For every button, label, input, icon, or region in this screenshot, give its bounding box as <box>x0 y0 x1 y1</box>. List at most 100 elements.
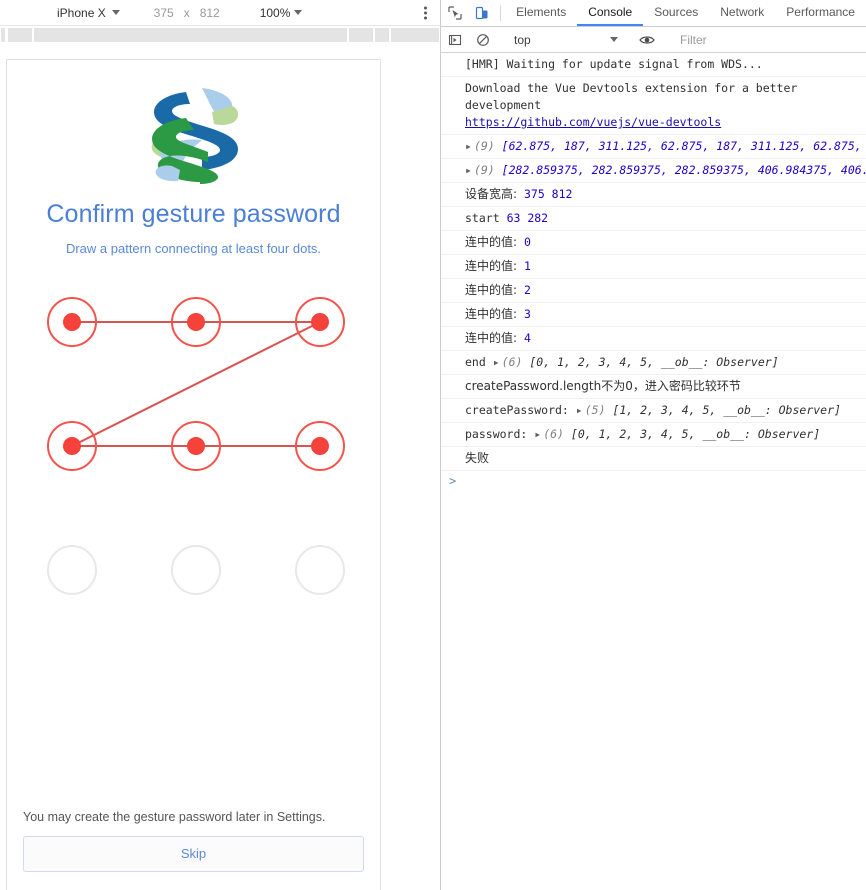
array-count: (9) <box>473 139 495 153</box>
log-label: end <box>465 355 486 369</box>
gesture-dot-3[interactable] <box>46 421 97 471</box>
console-message-device-size: 设备宽高: 375 812 <box>441 183 866 207</box>
log-label: 连中的值: <box>465 283 518 297</box>
log-label: start <box>465 211 500 225</box>
tab-sources[interactable]: Sources <box>643 0 709 26</box>
dimension-separator: x <box>183 5 190 20</box>
array-count: (6) <box>543 427 564 441</box>
console-context-label: top <box>514 32 531 47</box>
clear-console-icon[interactable] <box>469 33 497 47</box>
device-emulation-pane: iPhone X 375 x 812 100% Confirm gesture … <box>0 0 440 890</box>
zoom-selector[interactable]: 100% <box>260 6 303 20</box>
gesture-dot-2[interactable] <box>294 297 345 347</box>
vue-devtools-link[interactable]: https://github.com/vuejs/vue-devtools <box>465 115 721 129</box>
log-value: 3 <box>523 307 531 321</box>
array-count: (6) <box>501 355 523 369</box>
console-context-selector[interactable]: top <box>506 33 624 47</box>
console-message-hit-3: 连中的值: 3 <box>441 303 866 327</box>
tab-performance[interactable]: Performance <box>775 0 866 26</box>
log-value: 63 282 <box>506 211 549 225</box>
gesture-dot-1[interactable] <box>170 297 221 347</box>
device-name-label: iPhone X <box>57 5 106 20</box>
more-vertical-icon[interactable] <box>424 6 427 19</box>
phone-viewport: Confirm gesture password Draw a pattern … <box>6 59 381 890</box>
tab-console[interactable]: Console <box>577 0 644 26</box>
zoom-level-label: 100% <box>259 5 291 20</box>
console-message-hit-0: 连中的值: 0 <box>441 231 866 255</box>
device-selector[interactable]: iPhone X <box>57 6 120 20</box>
gesture-dot-0[interactable] <box>46 297 97 347</box>
log-label: 连中的值: <box>465 331 518 345</box>
console-filter-bar: top Filter <box>441 27 866 53</box>
console-message-array-2[interactable]: ▸ (9) [282.859375, 282.859375, 282.859375… <box>441 159 866 183</box>
log-value: 0 <box>523 235 531 249</box>
console-message-text: Download the Vue Devtools extension for … <box>465 81 798 112</box>
log-label: password: <box>465 427 528 441</box>
log-label: 失败 <box>465 451 490 465</box>
console-message-hmr: [HMR] Waiting for update signal from WDS… <box>441 53 866 77</box>
array-count: (5) <box>584 403 606 417</box>
tab-elements[interactable]: Elements <box>505 0 577 26</box>
gesture-dot-6[interactable] <box>46 545 97 595</box>
log-value: 375 812 <box>523 187 573 201</box>
skip-button[interactable]: Skip <box>23 836 364 872</box>
expand-arrow-icon[interactable]: ▸ <box>465 139 472 153</box>
log-label: createPassword.length不为0，进入密码比较环节 <box>465 379 741 393</box>
log-label: 连中的值: <box>465 235 518 249</box>
gesture-dot-7[interactable] <box>170 545 221 595</box>
screen-footer: You may create the gesture password late… <box>7 810 380 872</box>
eye-icon[interactable] <box>633 33 661 47</box>
gesture-dot-5[interactable] <box>294 421 345 471</box>
console-filter-input[interactable]: Filter <box>670 33 866 47</box>
console-message-hit-2: 连中的值: 2 <box>441 279 866 303</box>
expand-arrow-icon[interactable]: ▸ <box>576 403 583 417</box>
app-screen: Confirm gesture password Draw a pattern … <box>7 60 380 890</box>
page-title: Confirm gesture password <box>46 200 341 228</box>
gesture-dot-8[interactable] <box>294 545 345 595</box>
gesture-pattern-grid[interactable] <box>34 282 354 595</box>
execute-icon[interactable] <box>441 33 469 47</box>
log-label: 设备宽高: <box>465 187 518 201</box>
tab-network[interactable]: Network <box>709 0 775 26</box>
chevron-down-icon <box>294 10 303 15</box>
array-value: [62.875, 187, 311.125, 62.875, 187, 311.… <box>501 139 866 153</box>
chevron-down-icon <box>111 10 120 15</box>
log-value: 1 <box>523 259 531 273</box>
device-toolbar-icon[interactable] <box>469 0 497 26</box>
expand-arrow-icon[interactable]: ▸ <box>534 427 541 441</box>
log-value: 4 <box>523 331 531 345</box>
log-label: createPassword: <box>465 403 569 417</box>
viewport-height-input[interactable]: 812 <box>200 6 226 20</box>
browser-window: iPhone X 375 x 812 100% Confirm gesture … <box>0 0 866 890</box>
gesture-dot-4[interactable] <box>170 421 221 471</box>
array-value: [1, 2, 3, 4, 5, __ob__: Observer] <box>612 403 841 417</box>
toolbar-divider <box>500 5 502 21</box>
viewport-width-input[interactable]: 375 <box>148 6 174 20</box>
page-subtitle: Draw a pattern connecting at least four … <box>65 241 322 256</box>
chevron-down-icon <box>610 37 618 42</box>
inspect-element-icon[interactable] <box>441 0 469 26</box>
console-message-start: start 63 282 <box>441 207 866 231</box>
console-message-end[interactable]: end ▸ (6) [0, 1, 2, 3, 4, 5, __ob__: Obse… <box>441 351 866 375</box>
log-label: 连中的值: <box>465 307 518 321</box>
console-message-fail: 失败 <box>441 447 866 471</box>
array-value: [0, 1, 2, 3, 4, 5, __ob__: Observer] <box>529 355 779 369</box>
console-message-array-1[interactable]: ▸ (9) [62.875, 187, 311.125, 62.875, 187,… <box>441 135 866 159</box>
console-message-hit-1: 连中的值: 1 <box>441 255 866 279</box>
devtools-tabbar: Elements Console Sources Network Perform… <box>441 0 866 27</box>
devtools-panel: Elements Console Sources Network Perform… <box>440 0 866 890</box>
console-message-password[interactable]: password: ▸ (6) [0, 1, 2, 3, 4, 5, __ob__… <box>441 423 866 447</box>
console-message-list[interactable]: [HMR] Waiting for update signal from WDS… <box>441 53 866 890</box>
console-message-hit-4: 连中的值: 4 <box>441 327 866 351</box>
footer-note: You may create the gesture password late… <box>23 810 326 824</box>
standard-chartered-logo <box>151 88 238 184</box>
log-label: 连中的值: <box>465 259 518 273</box>
expand-arrow-icon[interactable]: ▸ <box>465 163 472 177</box>
console-message-create-password[interactable]: createPassword: ▸ (5) [1, 2, 3, 4, 5, __o… <box>441 399 866 423</box>
device-toolbar: iPhone X 375 x 812 100% <box>0 0 440 26</box>
expand-arrow-icon[interactable]: ▸ <box>493 355 500 369</box>
array-value: [0, 1, 2, 3, 4, 5, __ob__: Observer] <box>570 427 821 441</box>
array-count: (9) <box>473 163 495 177</box>
console-prompt[interactable]: > <box>441 471 866 491</box>
array-value: [282.859375, 282.859375, 282.859375, 406… <box>501 163 866 177</box>
